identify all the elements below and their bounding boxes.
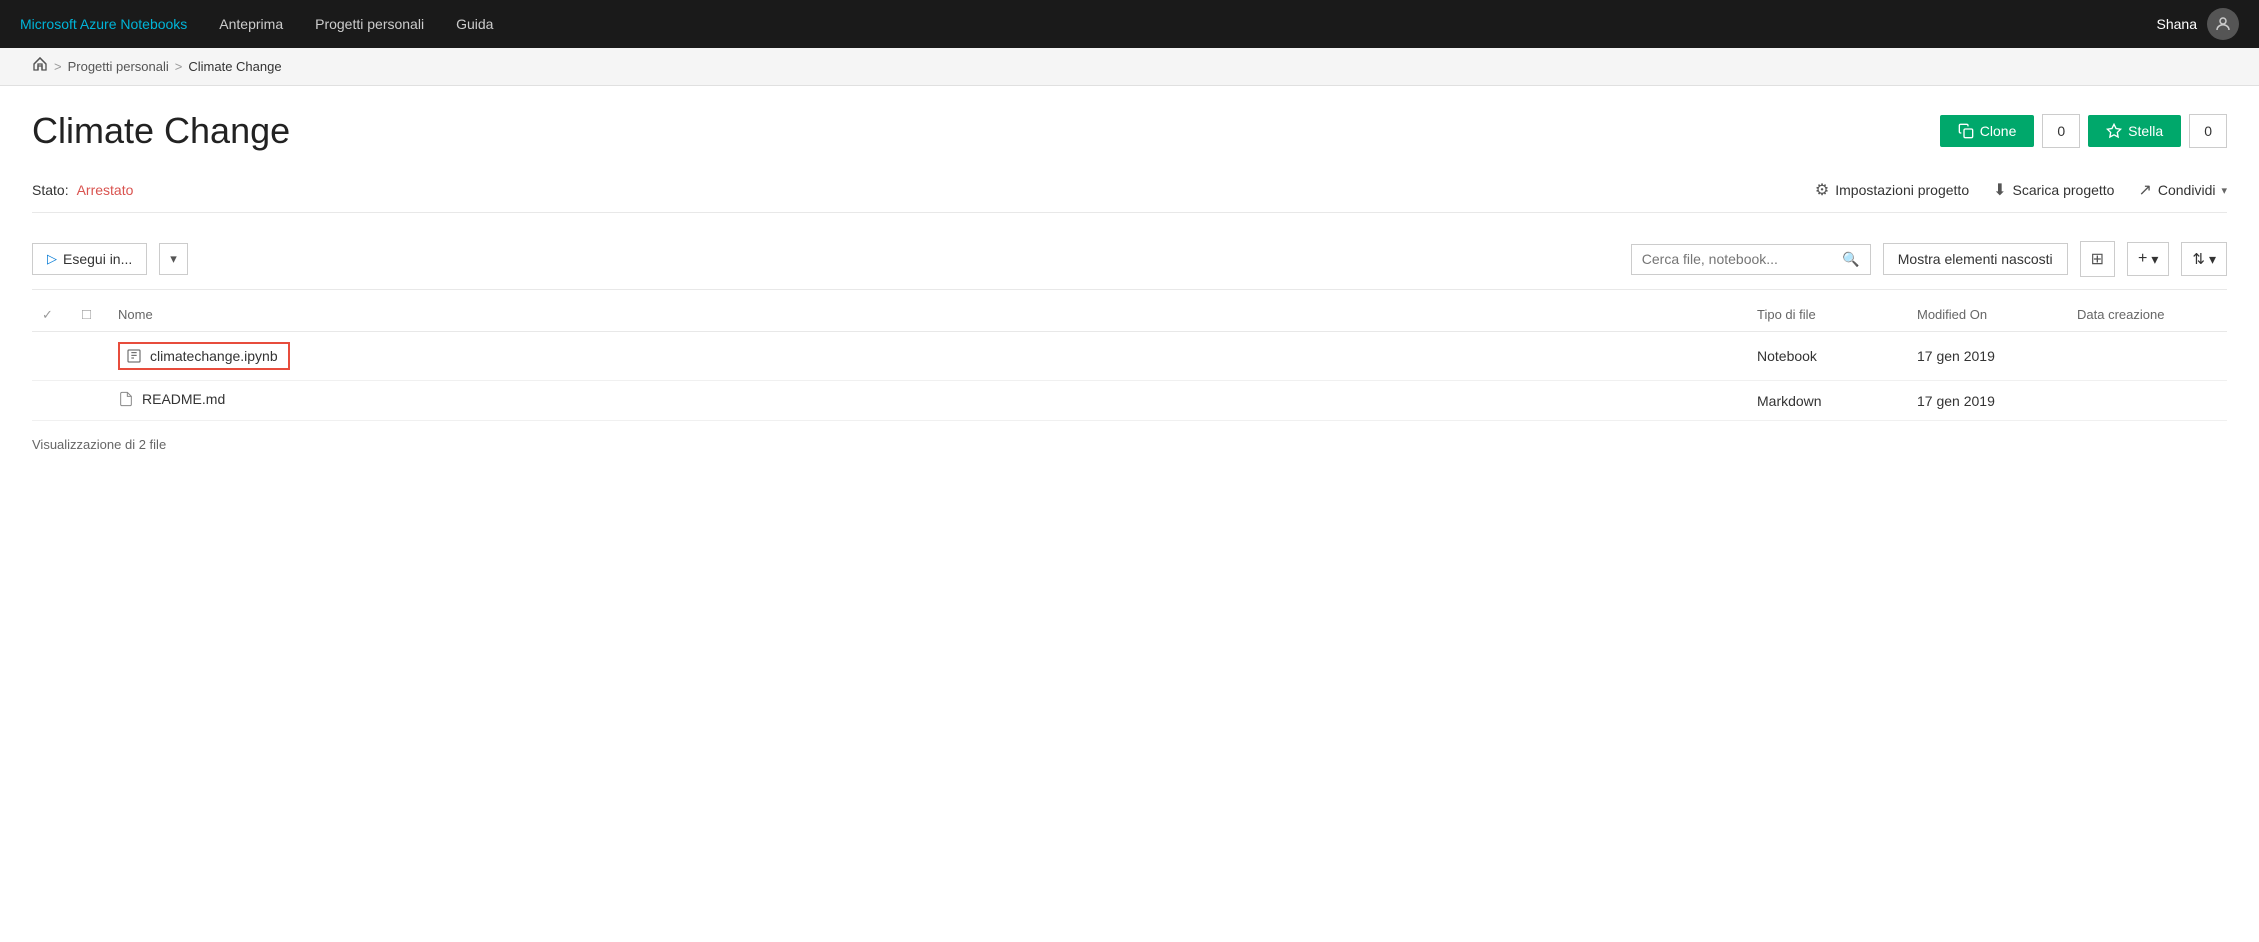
col-check-header: ✓ <box>32 298 72 332</box>
row-check[interactable] <box>32 381 72 421</box>
col-modified-header[interactable]: Modified On <box>1907 298 2067 332</box>
download-label: Scarica progetto <box>2013 182 2115 198</box>
clone-label: Clone <box>1980 123 2017 139</box>
project-settings-action[interactable]: ⚙ Impostazioni progetto <box>1815 180 1969 200</box>
show-hidden-button[interactable]: Mostra elementi nascosti <box>1883 243 2068 275</box>
settings-icon: ⚙ <box>1815 180 1829 200</box>
status-actions: ⚙ Impostazioni progetto ⬇ Scarica proget… <box>1815 180 2227 200</box>
file-type-icon <box>72 381 108 421</box>
file-created <box>2067 332 2227 381</box>
download-icon: ⬇ <box>1993 180 2006 200</box>
breadcrumb: > Progetti personali > Climate Change <box>0 48 2259 86</box>
settings-label: Impostazioni progetto <box>1835 182 1969 198</box>
toolbar-row: ▷ Esegui in... ▾ 🔍 Mostra elementi nasco… <box>32 229 2227 290</box>
search-input[interactable] <box>1642 251 1837 267</box>
col-type-header[interactable]: Tipo di file <box>1747 298 1907 332</box>
table-row[interactable]: README.md Markdown 17 gen 2019 <box>32 381 2227 421</box>
breadcrumb-sep-1: > <box>54 59 62 74</box>
show-hidden-label: Mostra elementi nascosti <box>1898 251 2053 267</box>
title-actions: Clone 0 Stella 0 <box>1940 114 2227 148</box>
file-type: Markdown <box>1747 381 1907 421</box>
nav-guide[interactable]: Guida <box>456 16 493 32</box>
sort-icon: ⇅ <box>2192 250 2205 268</box>
file-name[interactable]: README.md <box>108 381 1747 421</box>
file-type-icon <box>72 332 108 381</box>
run-label: Esegui in... <box>63 251 132 267</box>
status-left: Stato: Arrestato <box>32 182 133 198</box>
file-modified: 17 gen 2019 <box>1907 332 2067 381</box>
col-icon-header: □ <box>72 298 108 332</box>
brand-label: Microsoft Azure Notebooks <box>20 16 187 32</box>
table-header-row: ✓ □ Nome Tipo di file Modified On Data c… <box>32 298 2227 332</box>
topbar-nav: Progetti personali Guida <box>315 16 2124 32</box>
file-table: ✓ □ Nome Tipo di file Modified On Data c… <box>32 298 2227 421</box>
check-icon: ✓ <box>42 307 53 322</box>
file-col-icon: □ <box>82 306 91 323</box>
col-name-header[interactable]: Nome <box>108 298 1747 332</box>
star-count: 0 <box>2189 114 2227 148</box>
clone-button[interactable]: Clone <box>1940 115 2035 147</box>
avatar[interactable] <box>2207 8 2239 40</box>
status-label: Stato: <box>32 182 69 198</box>
share-chevron-icon: ▾ <box>2221 184 2227 197</box>
col-created-header[interactable]: Data creazione <box>2067 298 2227 332</box>
play-icon: ▷ <box>47 251 57 267</box>
add-button[interactable]: + ▾ <box>2127 242 2169 276</box>
run-dropdown-button[interactable]: ▾ <box>159 243 188 275</box>
title-row: Climate Change Clone 0 Stella 0 <box>32 110 2227 152</box>
main-content: Climate Change Clone 0 Stella 0 Stato: <box>0 86 2259 476</box>
search-box: 🔍 <box>1631 244 1871 275</box>
run-chevron-icon: ▾ <box>170 251 177 266</box>
share-label: Condividi <box>2158 182 2216 198</box>
preview-label: Anteprima <box>219 16 283 32</box>
grid-view-button[interactable]: ⊞ <box>2080 241 2115 277</box>
add-chevron-icon: ▾ <box>2151 251 2158 268</box>
plus-icon: + <box>2138 250 2147 268</box>
status-value: Arrestato <box>77 182 134 198</box>
table-row[interactable]: climatechange.ipynb Notebook 17 gen 2019 <box>32 332 2227 381</box>
file-type: Notebook <box>1747 332 1907 381</box>
grid-icon: ⊞ <box>2091 251 2104 268</box>
topbar: Microsoft Azure Notebooks Anteprima Prog… <box>0 0 2259 48</box>
user-area: Shana <box>2157 8 2239 40</box>
breadcrumb-current: Climate Change <box>188 59 281 74</box>
row-check[interactable] <box>32 332 72 381</box>
share-action[interactable]: ↗ Condividi ▾ <box>2138 180 2227 200</box>
sort-button[interactable]: ⇅ ▾ <box>2181 242 2227 276</box>
file-count-footer: Visualizzazione di 2 file <box>32 437 2227 452</box>
run-button[interactable]: ▷ Esegui in... <box>32 243 147 275</box>
download-project-action[interactable]: ⬇ Scarica progetto <box>1993 180 2114 200</box>
username: Shana <box>2157 16 2197 32</box>
file-modified: 17 gen 2019 <box>1907 381 2067 421</box>
share-icon: ↗ <box>2138 180 2151 200</box>
file-created <box>2067 381 2227 421</box>
breadcrumb-sep-2: > <box>175 59 183 74</box>
file-name[interactable]: climatechange.ipynb <box>108 332 1747 381</box>
sort-chevron-icon: ▾ <box>2209 251 2216 268</box>
breadcrumb-projects[interactable]: Progetti personali <box>68 59 169 74</box>
status-row: Stato: Arrestato ⚙ Impostazioni progetto… <box>32 168 2227 213</box>
home-icon[interactable] <box>32 56 48 77</box>
star-label: Stella <box>2128 123 2163 139</box>
nav-projects[interactable]: Progetti personali <box>315 16 424 32</box>
project-title: Climate Change <box>32 110 290 152</box>
search-icon: 🔍 <box>1842 251 1859 268</box>
star-button[interactable]: Stella <box>2088 115 2181 147</box>
clone-count: 0 <box>2042 114 2080 148</box>
